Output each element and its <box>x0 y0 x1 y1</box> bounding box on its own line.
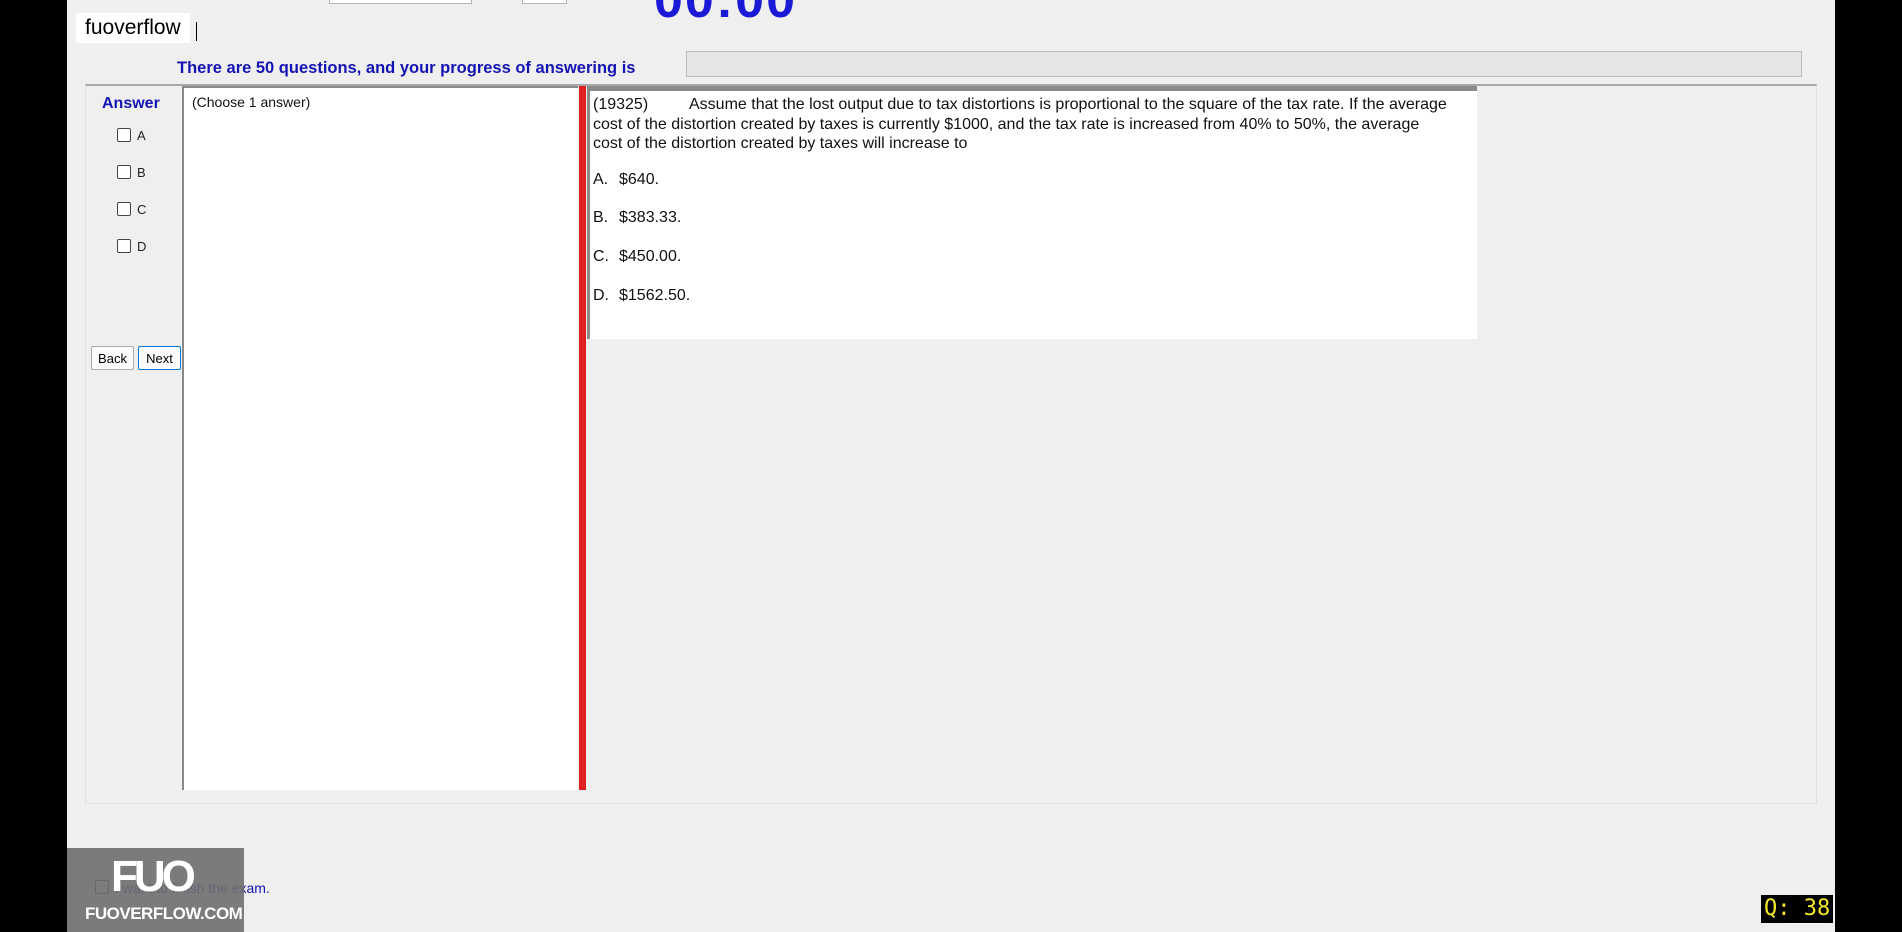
choose-hint: (Choose 1 answer) <box>192 94 311 110</box>
exam-window: 00:00 fuoverflow There are 50 questions,… <box>67 0 1835 932</box>
option-d: D. $1562.50. <box>593 287 690 305</box>
back-button[interactable]: Back <box>91 346 134 370</box>
checkbox[interactable] <box>117 239 131 253</box>
answer-choice-b[interactable]: B <box>117 163 146 181</box>
checkbox[interactable] <box>117 128 131 142</box>
question-body: Assume that the lost output due to tax d… <box>593 96 1447 152</box>
question-id: (19325) <box>593 96 649 113</box>
option-text: $383.33. <box>619 209 682 226</box>
choice-label: B <box>137 164 146 180</box>
checkbox[interactable] <box>117 165 131 179</box>
panel-splitter[interactable] <box>579 86 586 790</box>
answer-choice-a[interactable]: A <box>117 126 146 144</box>
answer-choice-d[interactable]: D <box>117 237 146 255</box>
option-letter: B. <box>593 209 609 226</box>
logo-url: FUOVERFLOW.COM <box>85 904 243 923</box>
option-letter: A. <box>593 171 609 188</box>
progress-bar <box>686 51 1802 77</box>
exam-timer: 00:00 <box>654 0 797 29</box>
progress-label: There are 50 questions, and your progres… <box>177 59 636 77</box>
top-dropdown[interactable] <box>329 0 472 4</box>
option-text: $450.00. <box>619 248 682 265</box>
answer-choice-c[interactable]: C <box>117 200 146 218</box>
answer-title: Answer <box>102 95 160 112</box>
watermark-logo: FUO FUOVERFLOW.COM <box>67 848 244 932</box>
option-letter: C. <box>593 248 609 265</box>
option-b: B. $383.33. <box>593 209 681 227</box>
next-button[interactable]: Next <box>138 346 181 370</box>
option-text: $1562.50. <box>619 287 691 304</box>
answer-hint-panel: (Choose 1 answer) <box>182 86 578 790</box>
checkbox[interactable] <box>117 202 131 216</box>
top-small-control[interactable] <box>522 0 567 4</box>
video-frame: 00:00 fuoverflow There are 50 questions,… <box>0 0 1902 932</box>
option-a: A. $640. <box>593 171 659 189</box>
logo-mark: FUO <box>111 852 196 901</box>
question-counter: Q: 38 <box>1761 895 1834 923</box>
question-text: (19325) Assume that the lost output due t… <box>593 95 1453 154</box>
choice-label: C <box>137 201 147 217</box>
question-panel: (19325) Assume that the lost output due t… <box>587 86 1477 339</box>
choice-label: A <box>137 127 146 143</box>
option-c: C. $450.00. <box>593 248 681 266</box>
option-text: $640. <box>619 171 660 188</box>
brand-tag: fuoverflow <box>76 13 190 43</box>
choice-label: D <box>137 238 147 254</box>
option-letter: D. <box>593 287 609 304</box>
text-cursor <box>196 22 197 41</box>
